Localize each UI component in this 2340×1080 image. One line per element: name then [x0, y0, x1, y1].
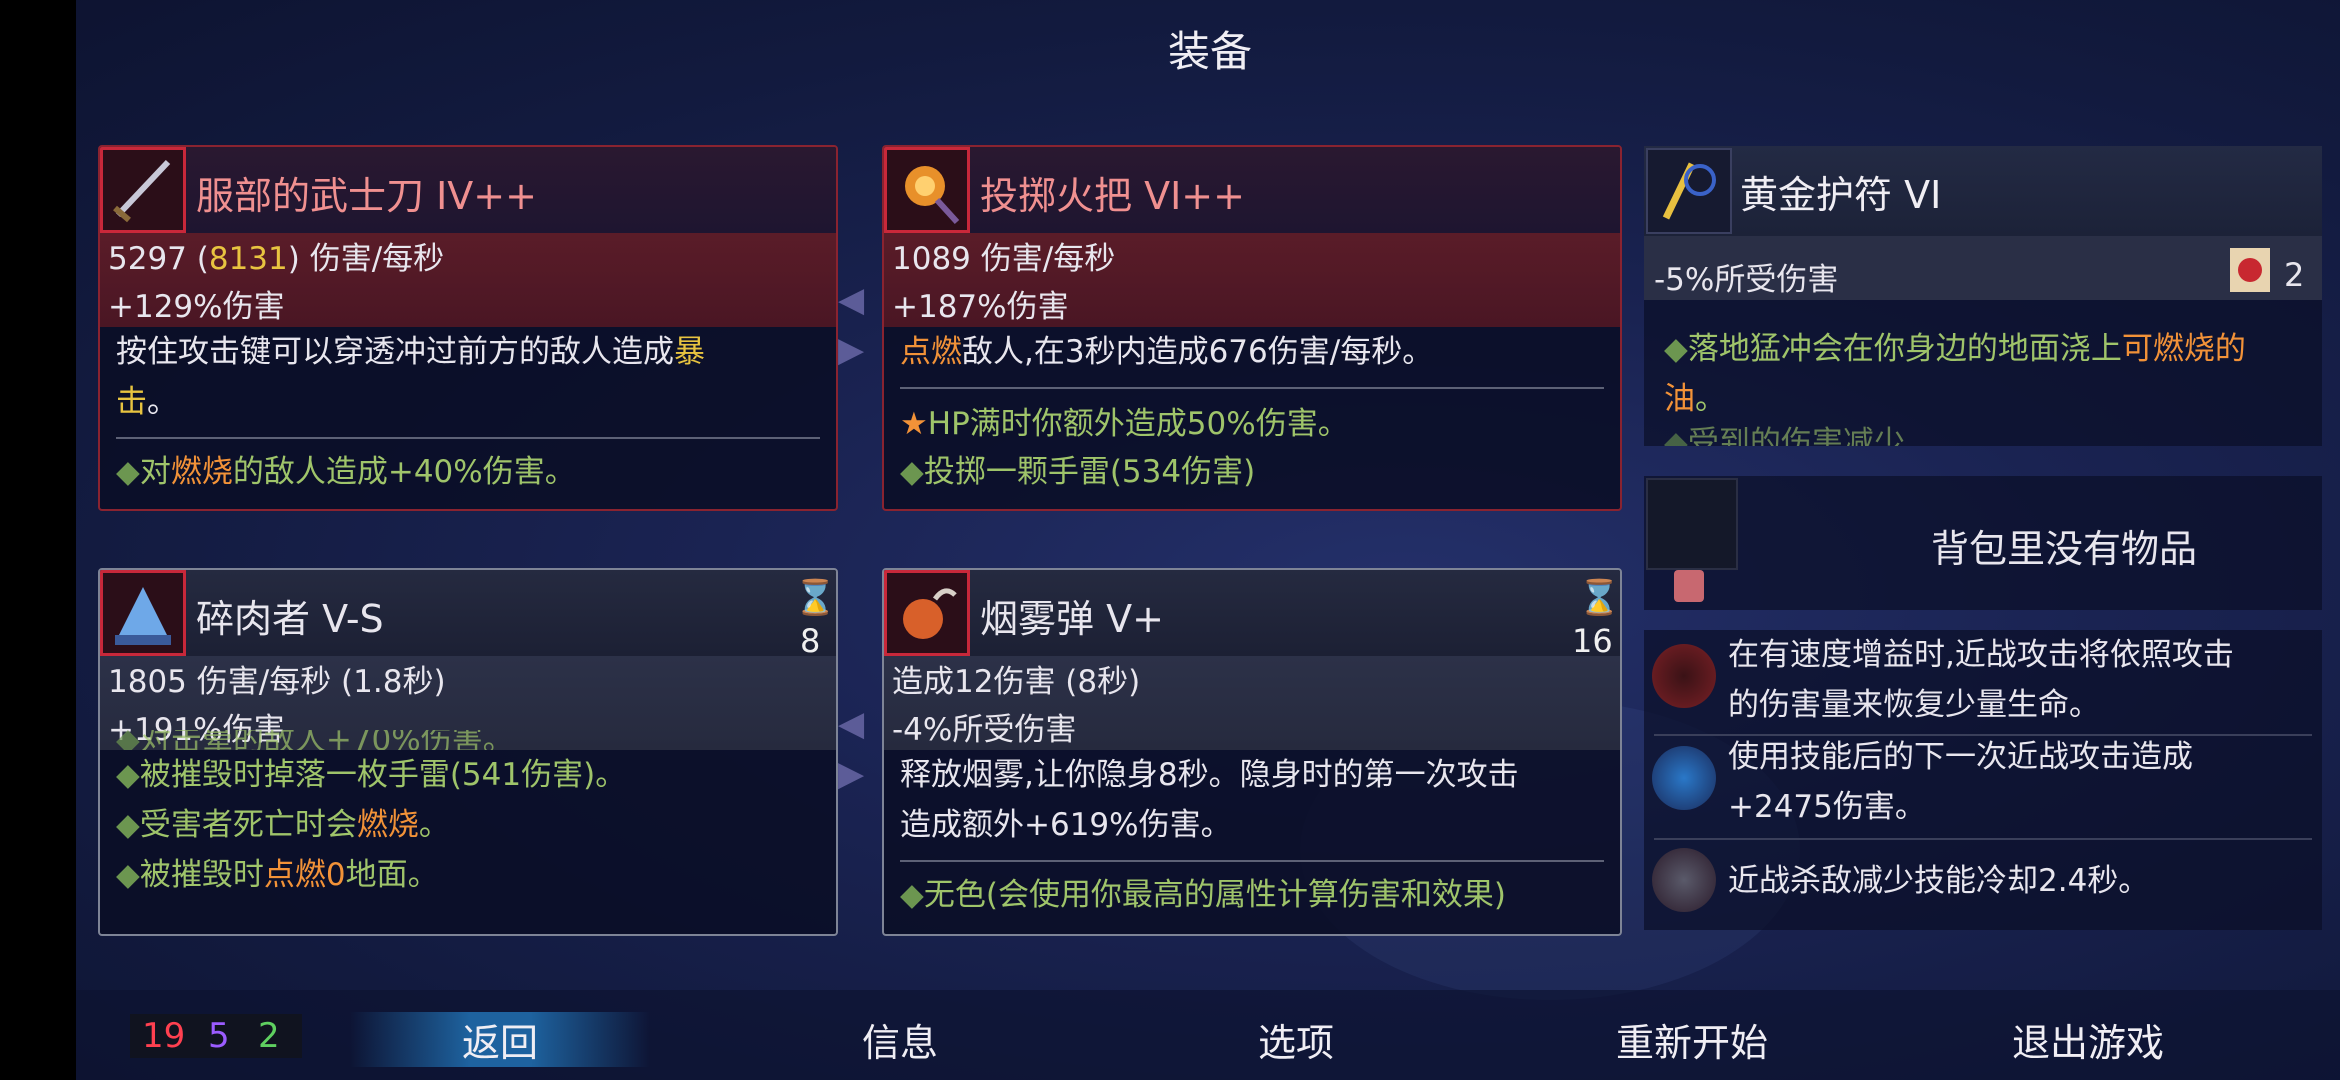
torch-icon: [884, 147, 970, 233]
mutation-cooldown-icon[interactable]: [1652, 848, 1716, 912]
star-icon: ★: [900, 406, 928, 442]
skill-card-smoke-bomb[interactable]: 烟雾弹 V+ ⌛ 16 造成12伤害 (8秒) -4%所受伤害 释放烟雾,让你隐…: [882, 568, 1622, 936]
weapon-card-torch[interactable]: 投掷火把 VI++ 1089 伤害/每秒 +187%伤害 点燃敌人,在3秒内造成…: [882, 145, 1622, 511]
skill-description: 释放烟雾,让你隐身8秒。隐身时的第一次攻击 造成额外+619%伤害。: [900, 757, 1519, 843]
weapon-description: 按住攻击键可以穿透冲过前方的敌人造成暴 击。: [116, 334, 705, 420]
mutation-2: 使用技能后的下一次近战攻击造成 +2475伤害。: [1728, 739, 2193, 825]
backpack-icon: [1674, 570, 1704, 602]
scroll-count: 2: [2284, 256, 2305, 294]
diamond-icon: ◆: [900, 877, 924, 913]
diamond-icon: ◆: [116, 757, 140, 793]
scroll-counters: 19 5 2: [130, 1014, 302, 1058]
amulet-stat: -5%所受伤害: [1654, 262, 1839, 298]
affix-line: ◆投掷一颗手雷(534伤害): [900, 454, 1256, 490]
amulet-name: 黄金护符 VI: [1740, 173, 1942, 217]
diamond-icon: ◆: [116, 807, 140, 843]
dps-line: 1089 伤害/每秒: [892, 241, 1116, 277]
meatgrinder-icon: [100, 570, 186, 656]
affix-line: ◆受害者死亡时会燃烧。: [116, 807, 450, 843]
swap-arrow-left-icon: ◀: [838, 280, 865, 320]
weapon-description: 点燃敌人,在3秒内造成676伤害/每秒。: [900, 334, 1434, 370]
nav-info-button[interactable]: 信息: [780, 1012, 1020, 1067]
dps-line: 1805 伤害/每秒 (1.8秒): [108, 664, 446, 700]
backpack-empty-slot[interactable]: [1646, 478, 1738, 570]
cooldown-value: 16: [1572, 622, 1613, 660]
dps-line: 5297 (8131) 伤害/每秒: [108, 241, 445, 277]
nav-quit-button[interactable]: 退出游戏: [1968, 1012, 2208, 1067]
mutation-3: 近战杀敌减少技能冷却2.4秒。: [1728, 863, 2150, 899]
nav-back-button[interactable]: 返回: [350, 1012, 650, 1067]
affix-line-cut: ◆对击晕的敌人+70%伤害。: [116, 730, 514, 750]
nav-restart-button[interactable]: 重新开始: [1572, 1012, 1812, 1067]
diamond-icon: ◆: [900, 454, 924, 490]
katana-icon: [100, 147, 186, 233]
scroll-icon: [2220, 240, 2280, 300]
affix-line: ◆被摧毁时点燃0地面。: [116, 857, 439, 893]
left-black-bar: [0, 0, 76, 1080]
backpack-panel[interactable]: 背包里没有物品: [1644, 476, 2322, 610]
resistance-line: -4%所受伤害: [892, 712, 1077, 748]
affix-line: ◆对燃烧的敌人造成+40%伤害。: [116, 454, 576, 490]
damage-bonus: +187%伤害: [892, 289, 1069, 325]
hourglass-icon: ⌛: [794, 578, 837, 618]
tactics-count: 5: [208, 1016, 230, 1056]
skill-name: 碎肉者 V-S: [196, 597, 384, 641]
page-title: 装备: [1167, 27, 1252, 76]
swap-arrow-left-icon: ◀: [838, 704, 865, 744]
affix-line-cut: ◆受到的伤害减少: [1664, 425, 1905, 446]
mutation-1: 在有速度增益时,近战攻击将依照攻击 的伤害量来恢复少量生命。: [1728, 637, 2234, 723]
skill-name: 烟雾弹 V+: [980, 597, 1164, 641]
skill-card-meatgrinder[interactable]: 碎肉者 V-S ⌛ 8 1805 伤害/每秒 (1.8秒) +191%伤害 ◆对…: [98, 568, 838, 936]
affix-line: ★HP满时你额外造成50%伤害。: [900, 406, 1349, 442]
survival-count: 2: [258, 1016, 280, 1056]
backpack-empty-text: 背包里没有物品: [1930, 527, 2197, 571]
affix-line: ◆落地猛冲会在你身边的地面浇上可燃烧的 油。: [1664, 331, 2246, 417]
cooldown-value: 8: [800, 622, 821, 660]
smoke-bomb-icon: [884, 570, 970, 656]
swap-arrow-right-icon: ▶: [838, 330, 865, 370]
nav-options-button[interactable]: 选项: [1176, 1012, 1416, 1067]
diamond-icon: ◆: [116, 857, 140, 893]
amulet-icon: [1646, 148, 1732, 234]
diamond-icon: ◆: [1664, 331, 1688, 367]
amulet-card[interactable]: 黄金护符 VI -5%所受伤害 2 ◆落地猛冲会在你身边的地面浇上可燃烧的 油。…: [1644, 146, 2322, 446]
affix-line: ◆无色(会使用你最高的属性计算伤害和效果): [900, 877, 1507, 913]
weapon-card-katana[interactable]: 服部的武士刀 IV++ 5297 (8131) 伤害/每秒 +129%伤害 按住…: [98, 145, 838, 511]
mutation-combo-icon[interactable]: [1652, 746, 1716, 810]
weapon-name: 服部的武士刀 IV++: [196, 174, 537, 218]
affix-line: ◆被摧毁时掉落一枚手雷(541伤害)。: [116, 757, 627, 793]
damage-bonus: +129%伤害: [108, 289, 285, 325]
diamond-icon: ◆: [116, 454, 140, 490]
brutality-count: 19: [142, 1016, 186, 1056]
effect-line: 造成12伤害 (8秒): [892, 664, 1141, 700]
weapon-name: 投掷火把 VI++: [980, 174, 1245, 218]
mutation-heal-icon[interactable]: [1652, 644, 1716, 708]
mutations-panel: 在有速度增益时,近战攻击将依照攻击 的伤害量来恢复少量生命。 使用技能后的下一次近…: [1644, 630, 2322, 930]
swap-arrow-right-icon: ▶: [838, 754, 865, 794]
hourglass-icon: ⌛: [1578, 578, 1621, 618]
